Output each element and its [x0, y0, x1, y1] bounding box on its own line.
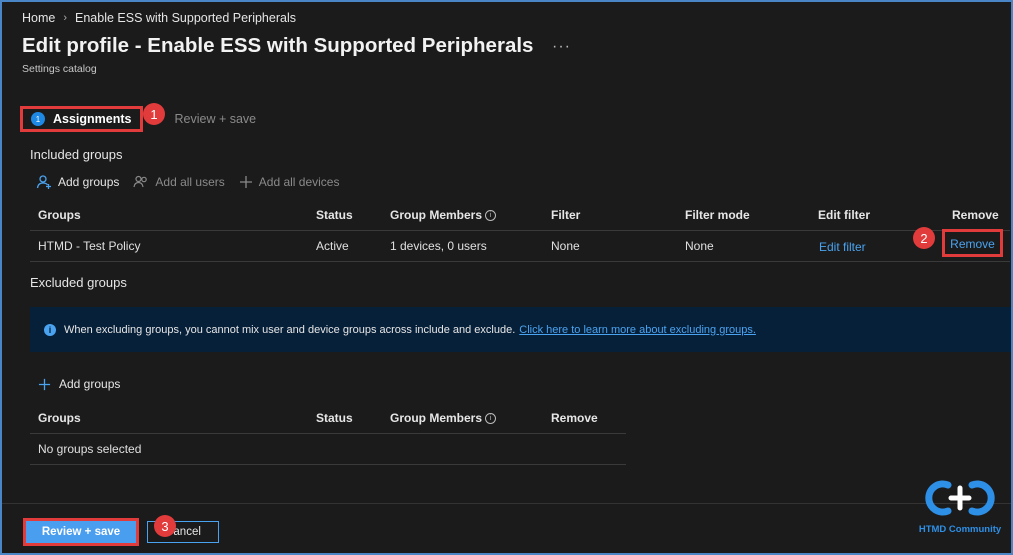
step-assignments[interactable]: 1 Assignments: [20, 106, 143, 132]
col-status: Status: [316, 208, 353, 222]
page-subtitle: Settings catalog: [22, 63, 97, 75]
add-groups-button[interactable]: Add groups: [36, 174, 119, 190]
excluded-groups-heading: Excluded groups: [30, 275, 127, 290]
plus-icon: [239, 176, 252, 188]
step-review-save[interactable]: Review + save: [175, 112, 257, 126]
included-groups-heading: Included groups: [30, 147, 123, 162]
more-options-icon[interactable]: ···: [552, 38, 571, 56]
page-frame: Home › Enable ESS with Supported Periphe…: [0, 0, 1013, 555]
table-header-row: Groups Status Group Members i Remove: [30, 403, 626, 434]
step-assignments-label: Assignments: [53, 112, 132, 126]
step-number-icon: 1: [31, 112, 45, 126]
group-filter: None: [551, 239, 580, 253]
breadcrumb-home[interactable]: Home: [22, 11, 55, 25]
group-filter-mode: None: [685, 239, 714, 253]
info-banner-text: When excluding groups, you cannot mix us…: [64, 323, 516, 336]
annotation-badge-1: 1: [143, 103, 165, 125]
chevron-right-icon: ›: [63, 12, 68, 24]
group-status: Active: [316, 239, 349, 253]
info-icon[interactable]: i: [485, 210, 497, 222]
add-user-icon: [36, 175, 51, 189]
col-group-members-label: Group Members: [390, 411, 483, 425]
add-groups-label: Add groups: [58, 175, 120, 189]
col-status: Status: [316, 411, 353, 425]
wizard-stepper: 1 Assignments Review + save: [20, 106, 256, 132]
col-groups: Groups: [38, 208, 81, 222]
col-filter-mode: Filter mode: [685, 208, 750, 222]
included-toolbar: Add groups Add all users Add all devices: [36, 174, 339, 190]
learn-more-link[interactable]: Click here to learn more about excluding…: [519, 324, 756, 336]
info-icon: i: [44, 323, 56, 336]
footer-divider: [2, 503, 1011, 504]
review-save-button[interactable]: Review + save: [23, 518, 139, 546]
included-groups-table: Groups Status Group Members i Filter Filt…: [30, 200, 1010, 262]
htmd-logo: HTMD Community: [917, 477, 1003, 535]
table-row: HTMD - Test Policy Active 1 devices, 0 u…: [30, 229, 1010, 262]
remove-link[interactable]: Remove: [942, 229, 1003, 257]
col-edit-filter: Edit filter: [818, 208, 871, 222]
plus-icon: [38, 378, 51, 390]
group-name: HTMD - Test Policy: [38, 239, 141, 253]
col-group-members: Group Members i: [390, 403, 497, 433]
annotation-badge-2: 2: [913, 227, 935, 249]
page-title: Edit profile - Enable ESS with Supported…: [22, 34, 534, 57]
annotation-badge-3: 3: [154, 515, 176, 537]
add-all-devices-label: Add all devices: [258, 175, 340, 189]
table-header-row: Groups Status Group Members i Filter Filt…: [30, 200, 1010, 231]
col-groups: Groups: [38, 411, 81, 425]
empty-message: No groups selected: [38, 442, 142, 456]
group-members: 1 devices, 0 users: [390, 239, 487, 253]
add-excluded-groups-label: Add groups: [59, 377, 121, 391]
excluded-groups-table: Groups Status Group Members i Remove No g…: [30, 403, 626, 465]
info-banner: i When excluding groups, you cannot mix …: [30, 307, 1011, 352]
edit-filter-link[interactable]: Edit filter: [819, 232, 866, 262]
breadcrumb-current[interactable]: Enable ESS with Supported Peripherals: [75, 11, 296, 25]
htmd-logo-icon: [925, 480, 995, 516]
breadcrumb: Home › Enable ESS with Supported Periphe…: [22, 11, 296, 25]
add-all-users-label: Add all users: [155, 175, 225, 189]
logo-caption: HTMD Community: [918, 524, 1002, 535]
add-excluded-groups-button[interactable]: Add groups: [38, 377, 120, 391]
users-icon: [133, 175, 148, 188]
add-all-users-button[interactable]: Add all users: [133, 174, 225, 190]
col-filter: Filter: [551, 208, 581, 222]
col-remove: Remove: [952, 208, 999, 222]
col-remove: Remove: [551, 411, 598, 425]
col-group-members-label: Group Members: [390, 208, 483, 222]
table-row-empty: No groups selected: [30, 434, 626, 465]
add-all-devices-button[interactable]: Add all devices: [239, 175, 340, 189]
info-icon[interactable]: i: [485, 413, 497, 425]
col-group-members: Group Members i: [390, 200, 497, 230]
